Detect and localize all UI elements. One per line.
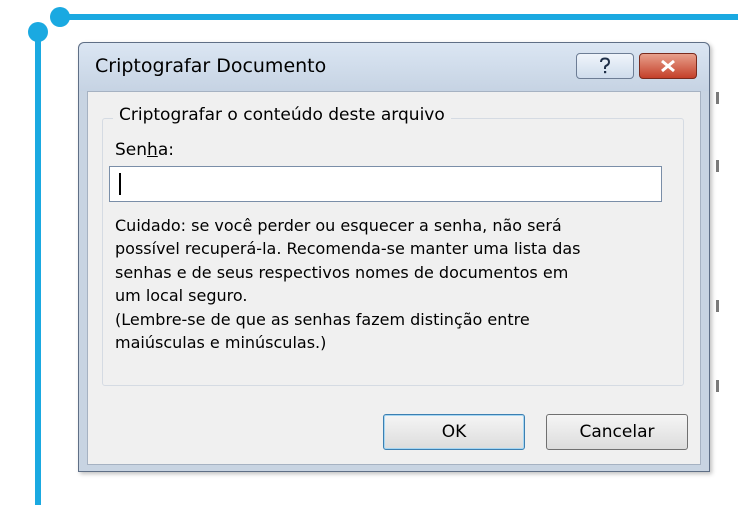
help-button[interactable] <box>576 53 634 79</box>
background-document-mark <box>716 300 719 312</box>
close-icon <box>660 59 676 73</box>
dialog-titlebar[interactable]: Criptografar Documento <box>79 43 709 91</box>
password-label-accelerator: h <box>147 140 158 160</box>
close-button[interactable] <box>639 53 697 79</box>
background-document-mark <box>716 92 719 104</box>
question-mark-icon <box>598 57 612 75</box>
group-title: Criptografar o conteúdo deste arquivo <box>113 105 451 125</box>
background-document-mark <box>716 380 719 392</box>
text-caret <box>119 173 121 195</box>
dialog-content: Criptografar o conteúdo deste arquivo Se… <box>87 91 701 465</box>
warning-text: Cuidado: se você perder ou esquecer a se… <box>115 216 581 353</box>
password-label: Senha: <box>115 140 174 160</box>
dialog-title: Criptografar Documento <box>95 55 327 77</box>
decorative-top-line <box>62 14 738 20</box>
ok-button[interactable]: OK <box>383 414 525 450</box>
decorative-left-dot <box>28 22 48 42</box>
cancel-button[interactable]: Cancelar <box>546 414 688 450</box>
background-document-mark <box>716 160 719 172</box>
password-field[interactable] <box>109 166 662 202</box>
decorative-left-line <box>35 30 41 505</box>
encrypt-document-dialog: Criptografar Documento Criptografar o co… <box>78 42 710 472</box>
decorative-top-dot <box>50 7 70 27</box>
